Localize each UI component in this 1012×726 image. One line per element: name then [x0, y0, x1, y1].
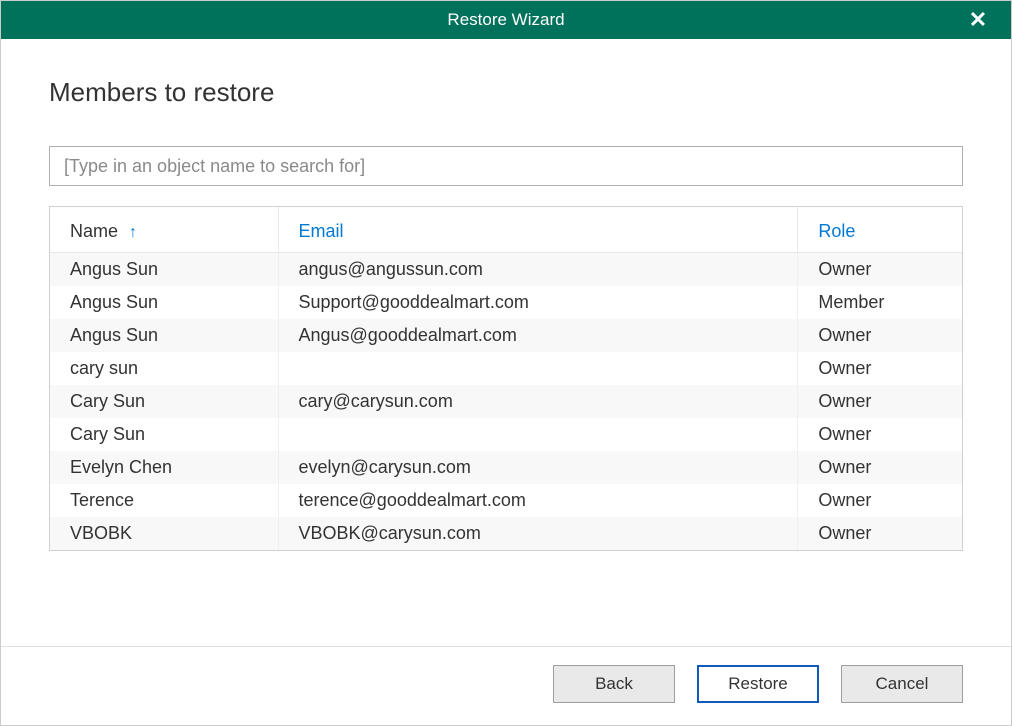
cell-role: Owner	[798, 385, 962, 418]
arrow-up-icon: ↑	[129, 224, 137, 241]
table-row[interactable]: VBOBKVBOBK@carysun.comOwner	[50, 517, 962, 550]
table-row[interactable]: Angus SunAngus@gooddealmart.comOwner	[50, 319, 962, 352]
column-label-name: Name	[70, 221, 118, 241]
cell-name: Cary Sun	[50, 418, 278, 451]
cell-email: angus@angussun.com	[278, 253, 798, 287]
back-button[interactable]: Back	[553, 665, 675, 703]
table-row[interactable]: Terenceterence@gooddealmart.comOwner	[50, 484, 962, 517]
table-row[interactable]: Angus Sunangus@angussun.comOwner	[50, 253, 962, 287]
table-row[interactable]: cary sun Owner	[50, 352, 962, 385]
cell-email: terence@gooddealmart.com	[278, 484, 798, 517]
cell-role: Owner	[798, 319, 962, 352]
window-title: Restore Wizard	[447, 10, 564, 30]
page-title: Members to restore	[49, 77, 963, 108]
cell-email: Angus@gooddealmart.com	[278, 319, 798, 352]
restore-button[interactable]: Restore	[697, 665, 819, 703]
cell-name: Terence	[50, 484, 278, 517]
content-area: Members to restore Name ↑ Email Role Ang…	[1, 39, 1011, 646]
cell-role: Member	[798, 286, 962, 319]
cell-email	[278, 352, 798, 385]
cell-role: Owner	[798, 451, 962, 484]
cell-role: Owner	[798, 484, 962, 517]
close-icon[interactable]: ✕	[959, 1, 997, 39]
search-input[interactable]	[49, 146, 963, 186]
cell-name: Cary Sun	[50, 385, 278, 418]
table-row[interactable]: Cary Sun Owner	[50, 418, 962, 451]
cell-name: Angus Sun	[50, 253, 278, 287]
cell-role: Owner	[798, 517, 962, 550]
cell-email: cary@carysun.com	[278, 385, 798, 418]
cell-role: Owner	[798, 418, 962, 451]
restore-wizard-window: Restore Wizard ✕ Members to restore Name…	[0, 0, 1012, 726]
cancel-button[interactable]: Cancel	[841, 665, 963, 703]
cell-name: VBOBK	[50, 517, 278, 550]
column-header-email[interactable]: Email	[278, 207, 798, 253]
column-header-role[interactable]: Role	[798, 207, 962, 253]
cell-email: Support@gooddealmart.com	[278, 286, 798, 319]
cell-email: VBOBK@carysun.com	[278, 517, 798, 550]
cell-name: Angus Sun	[50, 319, 278, 352]
cell-name: cary sun	[50, 352, 278, 385]
cell-name: Evelyn Chen	[50, 451, 278, 484]
table-row[interactable]: Cary Suncary@carysun.comOwner	[50, 385, 962, 418]
footer: Back Restore Cancel	[1, 646, 1011, 725]
titlebar: Restore Wizard ✕	[1, 1, 1011, 39]
cell-name: Angus Sun	[50, 286, 278, 319]
column-header-name[interactable]: Name ↑	[50, 207, 278, 253]
cell-role: Owner	[798, 352, 962, 385]
members-table-container: Name ↑ Email Role Angus Sunangus@angussu…	[49, 206, 963, 551]
table-row[interactable]: Evelyn Chenevelyn@carysun.comOwner	[50, 451, 962, 484]
members-table: Name ↑ Email Role Angus Sunangus@angussu…	[50, 207, 962, 550]
cell-email: evelyn@carysun.com	[278, 451, 798, 484]
cell-role: Owner	[798, 253, 962, 287]
table-row[interactable]: Angus SunSupport@gooddealmart.comMember	[50, 286, 962, 319]
cell-email	[278, 418, 798, 451]
